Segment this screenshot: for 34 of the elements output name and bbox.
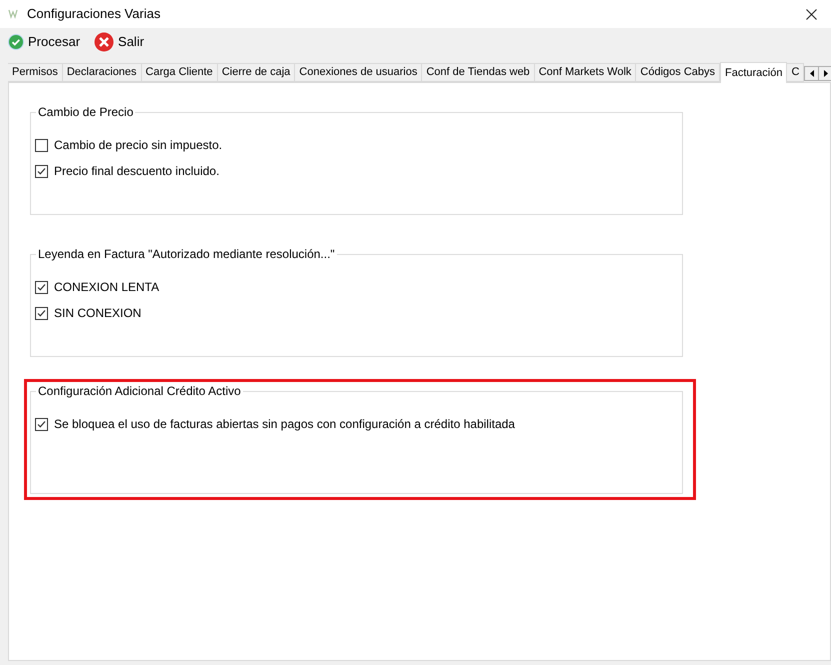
group-title: Cambio de Precio — [37, 104, 134, 121]
option-label: Se bloquea el uso de facturas abiertas sin pagos con configuración a crédito habilitada — [54, 416, 515, 433]
window-title: Configuraciones Varias — [27, 5, 160, 24]
group-title: Leyenda en Factura "Autorizado mediante resolución..." — [37, 246, 336, 263]
tab[interactable]: Conexiones de usuarios — [295, 63, 422, 82]
checkbox[interactable] — [35, 306, 48, 320]
checkbox[interactable] — [35, 418, 48, 430]
close-icon — [806, 8, 816, 20]
option-label: Cambio de precio sin impuesto. — [54, 137, 222, 154]
tab[interactable]: Conf de Tiendas web — [422, 63, 535, 82]
right-triangle-icon — [824, 70, 828, 77]
tab[interactable]: Códigos Cabys — [636, 63, 720, 82]
group-title: Configuración Adicional Crédito Activo — [37, 383, 242, 400]
tab[interactable]: Carga Cliente — [142, 63, 218, 82]
option-label: Precio final descuento incluido. — [54, 163, 220, 180]
check-circle-icon — [8, 34, 24, 50]
tab[interactable]: Permisos — [8, 63, 63, 82]
toolbar-button[interactable]: Procesar — [6, 32, 82, 52]
tab[interactable]: C — [787, 63, 804, 82]
tab[interactable]: Cierre de caja — [218, 63, 296, 82]
option-label: CONEXION LENTA — [54, 279, 160, 296]
app-logo-icon — [8, 8, 18, 20]
scroll-left-button[interactable] — [804, 66, 820, 81]
checkbox[interactable] — [35, 164, 48, 178]
tab[interactable]: Conf Markets Wolk — [534, 63, 636, 82]
left-triangle-icon — [810, 70, 814, 77]
tab[interactable]: Declaraciones — [62, 63, 142, 82]
checkbox[interactable] — [35, 138, 48, 152]
scroll-right-button[interactable] — [819, 66, 831, 81]
tab[interactable]: Facturación — [720, 62, 788, 83]
checkbox[interactable] — [35, 280, 48, 294]
close-circle-icon — [94, 32, 114, 52]
toolbar-button[interactable]: Salir — [92, 32, 146, 52]
option-label: SIN CONEXION — [54, 305, 142, 322]
